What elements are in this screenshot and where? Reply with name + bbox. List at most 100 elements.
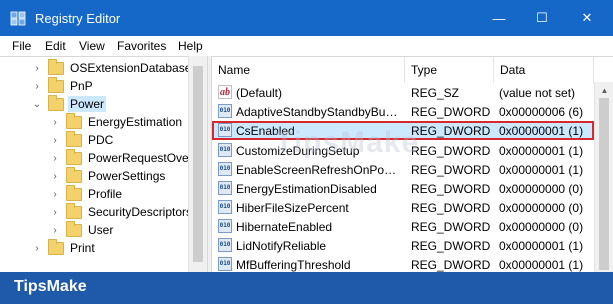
- menu-view[interactable]: View: [79, 39, 105, 53]
- folder-icon: [66, 130, 82, 147]
- value-type: REG_DWORD: [411, 123, 491, 138]
- binary-value-icon: 010: [218, 123, 232, 137]
- menu-edit[interactable]: Edit: [45, 39, 66, 53]
- menu-file[interactable]: File: [12, 39, 31, 53]
- value-row-mfbufferingthreshold[interactable]: 010 MfBufferingThreshold REG_DWORD 0x000…: [212, 255, 594, 272]
- value-row-lidnotifyreliable[interactable]: 010 LidNotifyReliable REG_DWORD 0x000000…: [212, 236, 594, 255]
- folder-icon: [66, 184, 82, 201]
- watermark: TipsMake: [275, 126, 420, 159]
- value-data: 0x00000000 (0): [499, 200, 584, 215]
- value-type: REG_DWORD: [411, 200, 491, 215]
- tree-item-label: Profile: [88, 187, 123, 201]
- tree-item-energyestimation[interactable]: › EnergyEstimation: [50, 112, 184, 131]
- value-data: 0x00000001 (1): [499, 257, 584, 272]
- binary-value-icon: 010: [218, 219, 232, 233]
- folder-icon: [48, 238, 64, 255]
- string-value-icon: ab: [218, 85, 232, 99]
- value-type: REG_DWORD: [411, 238, 491, 253]
- tree-scrollbar[interactable]: [188, 56, 207, 272]
- value-name: EnergyEstimationDisabled: [236, 181, 377, 196]
- tree-scroll-thumb[interactable]: [193, 66, 203, 262]
- value-row-default[interactable]: ab (Default) REG_SZ (value not set): [212, 83, 594, 102]
- folder-icon: [48, 76, 64, 93]
- value-type: REG_SZ: [411, 85, 460, 100]
- tree-item-label: Power: [68, 96, 107, 112]
- column-header-data[interactable]: Data: [494, 57, 594, 83]
- expand-chevron-icon[interactable]: ›: [50, 149, 60, 167]
- close-button[interactable]: ✕: [564, 0, 610, 36]
- folder-icon: [48, 58, 64, 75]
- tree-item-label: PowerSettings: [88, 169, 166, 183]
- value-type: REG_DWORD: [411, 104, 491, 119]
- tree-item-powersettings[interactable]: › PowerSettings: [50, 166, 167, 185]
- tree-item-pnp[interactable]: › PnP: [32, 76, 95, 95]
- value-name: AdaptiveStandbyStandbyBud...: [236, 104, 402, 119]
- value-type: REG_DWORD: [411, 143, 491, 158]
- maximize-button[interactable]: ☐: [519, 0, 565, 36]
- value-row-adaptivestandby[interactable]: 010 AdaptiveStandbyStandbyBud... REG_DWO…: [212, 102, 594, 121]
- tree-item-pdc[interactable]: › PDC: [50, 130, 115, 149]
- tree-item-label: Print: [70, 241, 95, 255]
- expand-chevron-icon[interactable]: ›: [50, 221, 60, 239]
- expand-chevron-icon[interactable]: ›: [32, 239, 42, 257]
- registry-tree[interactable]: › OSExtensionDatabase › PnP ⌄ Power › En…: [0, 56, 207, 272]
- tree-item-label: PowerRequestOver: [88, 151, 193, 165]
- value-name: LidNotifyReliable: [236, 238, 327, 253]
- value-name: HibernateEnabled: [236, 219, 333, 234]
- value-data: 0x00000001 (1): [499, 162, 584, 177]
- folder-icon: [66, 202, 82, 219]
- tree-item-label: OSExtensionDatabase: [70, 61, 192, 75]
- value-row-hibernateenabled[interactable]: 010 HibernateEnabled REG_DWORD 0x0000000…: [212, 217, 594, 236]
- title-bar: Registry Editor — ☐ ✕: [0, 0, 613, 36]
- value-name: EnableScreenRefreshOnPowe...: [236, 162, 402, 177]
- value-data: 0x00000006 (6): [499, 104, 584, 119]
- binary-value-icon: 010: [218, 162, 232, 176]
- value-row-hiberfilesizepercent[interactable]: 010 HiberFileSizePercent REG_DWORD 0x000…: [212, 198, 594, 217]
- value-name: HiberFileSizePercent: [236, 200, 349, 215]
- column-header-type[interactable]: Type: [405, 57, 494, 83]
- expand-chevron-icon[interactable]: ›: [50, 131, 60, 149]
- menu-favorites[interactable]: Favorites: [117, 39, 166, 53]
- scroll-up-arrow-icon[interactable]: ▲: [595, 82, 613, 98]
- values-list[interactable]: Name Type Data ab (Default) REG_SZ (valu…: [212, 56, 613, 272]
- collapse-chevron-icon[interactable]: ⌄: [32, 95, 42, 113]
- binary-value-icon: 010: [218, 257, 232, 271]
- value-name: MfBufferingThreshold: [236, 257, 351, 272]
- registry-editor-icon: [10, 11, 26, 26]
- tree-item-osextensiondatabase[interactable]: › OSExtensionDatabase: [32, 58, 193, 77]
- tree-item-label: User: [88, 223, 114, 237]
- expand-chevron-icon[interactable]: ›: [50, 113, 60, 131]
- menu-bar: File Edit View Favorites Help: [0, 36, 613, 56]
- brand-footer: TipsMake: [0, 272, 613, 304]
- value-row-enablescreenrefresh[interactable]: 010 EnableScreenRefreshOnPowe... REG_DWO…: [212, 160, 594, 179]
- column-header-name[interactable]: Name: [212, 57, 405, 83]
- value-row-energyestimationdisabled[interactable]: 010 EnergyEstimationDisabled REG_DWORD 0…: [212, 179, 594, 198]
- expand-chevron-icon[interactable]: ›: [50, 185, 60, 203]
- tree-item-label: PnP: [70, 79, 93, 93]
- folder-icon: [66, 112, 82, 129]
- tree-item-power[interactable]: ⌄ Power: [32, 94, 107, 113]
- expand-chevron-icon[interactable]: ›: [32, 59, 42, 77]
- expand-chevron-icon[interactable]: ›: [50, 203, 60, 221]
- tree-item-label: PDC: [88, 133, 114, 147]
- window-title: Registry Editor: [35, 11, 121, 26]
- expand-chevron-icon[interactable]: ›: [50, 167, 60, 185]
- folder-icon: [66, 220, 82, 237]
- tree-item-label: EnergyEstimation: [88, 115, 183, 129]
- values-scrollbar[interactable]: ▲: [594, 82, 613, 272]
- tree-item-print[interactable]: › Print: [32, 238, 97, 257]
- tree-item-label: SecurityDescriptors: [88, 205, 193, 219]
- minimize-button[interactable]: —: [476, 0, 522, 36]
- folder-icon: [48, 94, 64, 111]
- value-name: (Default): [236, 85, 283, 100]
- tree-item-powerrequestover[interactable]: › PowerRequestOver: [50, 148, 195, 167]
- tree-item-profile[interactable]: › Profile: [50, 184, 124, 203]
- value-data: 0x00000001 (1): [499, 143, 584, 158]
- values-scroll-thumb[interactable]: [599, 98, 609, 270]
- tree-item-user[interactable]: › User: [50, 220, 115, 239]
- tree-item-securitydescriptors[interactable]: › SecurityDescriptors: [50, 202, 194, 221]
- menu-help[interactable]: Help: [178, 39, 203, 53]
- expand-chevron-icon[interactable]: ›: [32, 77, 42, 95]
- binary-value-icon: 010: [218, 181, 232, 195]
- value-data: 0x00000001 (1): [499, 238, 584, 253]
